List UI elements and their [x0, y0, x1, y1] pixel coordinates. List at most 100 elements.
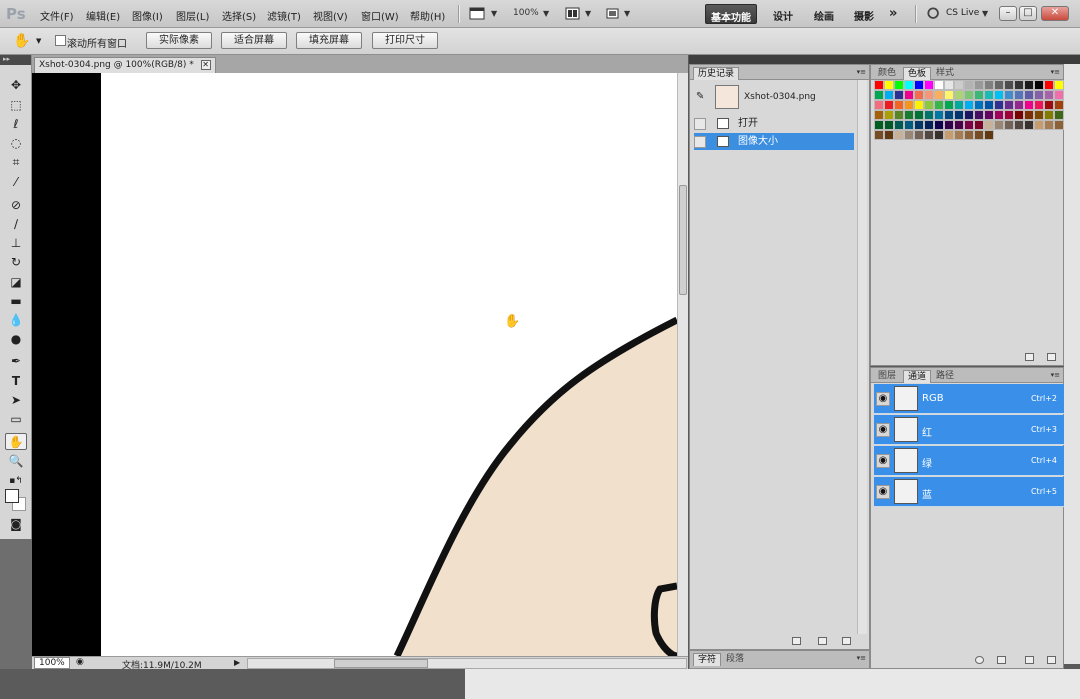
color-swatch[interactable] — [924, 100, 934, 110]
tab-channels[interactable]: 通道 — [903, 370, 932, 383]
menu-help[interactable]: 帮助(H) — [410, 8, 445, 23]
panel-menu-icon[interactable]: ▾≡ — [1051, 68, 1060, 76]
color-swatch[interactable] — [1004, 110, 1014, 120]
channel-row-red[interactable]: ◉ 红 Ctrl+3 — [874, 415, 1064, 445]
color-swatch[interactable] — [1004, 100, 1014, 110]
panel-dock-header[interactable] — [870, 55, 1080, 64]
save-selection-as-channel-icon[interactable] — [997, 656, 1006, 664]
channel-row-green[interactable]: ◉ 绿 Ctrl+4 — [874, 446, 1064, 476]
color-swatch[interactable] — [1044, 80, 1054, 90]
app-zoom-level[interactable]: 100% — [513, 8, 539, 18]
history-source-checkbox[interactable] — [694, 118, 706, 130]
color-swatch[interactable] — [1034, 80, 1044, 90]
color-swatch[interactable] — [924, 130, 934, 140]
workspace-essentials[interactable]: 基本功能 — [705, 4, 757, 24]
fill-screen-button[interactable]: 填充屏幕 — [296, 32, 362, 49]
new-document-from-state-icon[interactable] — [792, 637, 801, 645]
cs-live-menu[interactable]: CS Live — [946, 8, 979, 18]
color-swatch[interactable] — [974, 80, 984, 90]
tab-layers[interactable]: 图层 — [874, 370, 900, 383]
color-swatch[interactable] — [994, 110, 1004, 120]
color-swatch[interactable] — [1034, 110, 1044, 120]
eye-icon[interactable]: ◉ — [876, 485, 890, 499]
delete-icon[interactable] — [1047, 353, 1056, 361]
menu-select[interactable]: 选择(S) — [222, 8, 256, 23]
horizontal-scroll-thumb[interactable] — [334, 659, 428, 668]
color-swatch[interactable] — [904, 110, 914, 120]
tab-character[interactable]: 字符 — [693, 653, 722, 666]
vertical-scrollbar[interactable] — [677, 73, 688, 656]
color-swatch[interactable] — [914, 120, 924, 130]
panel-menu-icon[interactable]: ▾≡ — [1051, 371, 1060, 379]
color-swatch[interactable] — [874, 120, 884, 130]
document-canvas[interactable]: ✋ — [32, 73, 677, 656]
color-swatch[interactable] — [1014, 80, 1024, 90]
color-swatch[interactable] — [884, 130, 894, 140]
color-swatch[interactable] — [884, 90, 894, 100]
color-swatch[interactable] — [984, 90, 994, 100]
tools-panel-header[interactable]: ▸▸ — [0, 55, 31, 65]
tool-preset-caret-icon[interactable]: ▼ — [36, 37, 41, 45]
color-swatch[interactable] — [874, 100, 884, 110]
color-swatch[interactable] — [924, 110, 934, 120]
color-swatch[interactable] — [994, 90, 1004, 100]
new-channel-icon[interactable] — [1025, 656, 1034, 664]
history-scrollbar[interactable] — [857, 80, 867, 634]
color-swatch[interactable] — [1054, 110, 1064, 120]
status-menu-arrow-icon[interactable]: ▶ — [234, 658, 240, 667]
foreground-color-swatch[interactable] — [5, 489, 19, 503]
color-swatch[interactable] — [894, 130, 904, 140]
color-swatch[interactable] — [1034, 100, 1044, 110]
color-swatch[interactable] — [994, 80, 1004, 90]
close-button[interactable]: ✕ — [1041, 6, 1069, 21]
color-swatch[interactable] — [904, 120, 914, 130]
color-swatch[interactable] — [1054, 100, 1064, 110]
color-swatch[interactable] — [1024, 100, 1034, 110]
color-swatch[interactable] — [924, 80, 934, 90]
color-swatch[interactable] — [974, 90, 984, 100]
quick-select-icon[interactable]: ◌ — [5, 135, 27, 152]
color-swatch[interactable] — [924, 120, 934, 130]
color-swatch[interactable] — [964, 120, 974, 130]
color-swatch[interactable] — [944, 110, 954, 120]
color-swatch[interactable] — [1014, 90, 1024, 100]
dodge-icon[interactable]: ● — [5, 331, 27, 348]
color-swatch[interactable] — [894, 110, 904, 120]
gradient-icon[interactable]: ▬ — [5, 293, 27, 310]
scroll-all-windows-checkbox[interactable] — [55, 35, 66, 46]
color-swatch[interactable] — [994, 120, 1004, 130]
color-swatch[interactable] — [1024, 90, 1034, 100]
horizontal-scrollbar[interactable] — [247, 658, 687, 669]
color-swatch[interactable] — [1024, 80, 1034, 90]
color-swatch[interactable] — [934, 90, 944, 100]
tab-history[interactable]: 历史记录 — [693, 67, 740, 80]
chevron-down-icon[interactable]: ▼ — [543, 9, 549, 18]
maximize-button[interactable]: □ — [1019, 6, 1037, 21]
vertical-scroll-thumb[interactable] — [679, 185, 687, 295]
color-swatch[interactable] — [884, 120, 894, 130]
color-swatch[interactable] — [1044, 110, 1054, 120]
color-swatch[interactable] — [954, 130, 964, 140]
color-swatch[interactable] — [1044, 120, 1054, 130]
chevron-down-icon[interactable]: ▼ — [624, 9, 630, 18]
chevron-down-icon[interactable]: ▼ — [491, 9, 497, 18]
type-icon[interactable]: T — [5, 373, 27, 390]
color-swatch[interactable] — [954, 100, 964, 110]
color-swatch[interactable] — [1024, 110, 1034, 120]
color-swatch[interactable] — [954, 110, 964, 120]
color-swatch[interactable] — [974, 130, 984, 140]
tab-paragraph[interactable]: 段落 — [722, 653, 748, 666]
color-swatch[interactable] — [974, 100, 984, 110]
color-swatch[interactable] — [934, 120, 944, 130]
color-swatch[interactable] — [1054, 120, 1064, 130]
tab-styles[interactable]: 样式 — [932, 67, 958, 80]
color-swatch[interactable] — [984, 130, 994, 140]
color-swatch[interactable] — [914, 90, 924, 100]
color-swatch[interactable] — [1014, 120, 1024, 130]
color-swatch[interactable] — [1054, 80, 1064, 90]
color-swatch[interactable] — [984, 110, 994, 120]
color-swatch[interactable] — [884, 80, 894, 90]
color-swatch[interactable] — [1034, 120, 1044, 130]
fit-screen-button[interactable]: 适合屏幕 — [221, 32, 287, 49]
color-swatch[interactable] — [894, 100, 904, 110]
